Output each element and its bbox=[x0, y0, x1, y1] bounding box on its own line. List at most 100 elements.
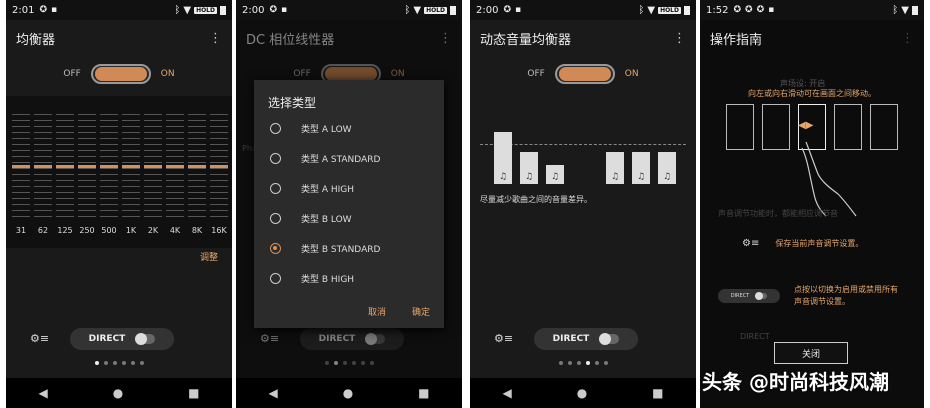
type-option[interactable]: 类型 A LOW bbox=[270, 120, 352, 136]
eq-tick bbox=[188, 210, 206, 211]
eq-tick bbox=[166, 138, 184, 139]
eq-tick bbox=[56, 210, 74, 211]
eq-tick bbox=[78, 216, 96, 217]
eq-tick bbox=[210, 186, 228, 187]
eq-on-off-switch[interactable] bbox=[90, 64, 151, 84]
switch-knob bbox=[558, 67, 611, 81]
eq-band-slider[interactable] bbox=[12, 114, 30, 218]
hold-badge: HOLD bbox=[424, 6, 447, 14]
eq-tick bbox=[188, 144, 206, 145]
radio-button[interactable] bbox=[270, 242, 281, 254]
eq-level-marker[interactable] bbox=[188, 165, 206, 168]
dve-on-off-switch[interactable] bbox=[554, 64, 615, 84]
music-note-icon: ♫ bbox=[524, 172, 534, 182]
eq-frequency-label: 2K bbox=[147, 226, 159, 235]
eq-level-marker[interactable] bbox=[122, 165, 140, 168]
adjust-button[interactable]: 调整 bbox=[200, 250, 218, 263]
eq-tick bbox=[144, 204, 162, 205]
sound-settings-icon[interactable]: ⚙≡ bbox=[30, 332, 49, 345]
eq-tick bbox=[210, 156, 228, 157]
more-options-icon[interactable]: ⋮ bbox=[673, 31, 686, 46]
eq-band-slider[interactable] bbox=[56, 114, 74, 218]
eq-tick bbox=[12, 120, 30, 121]
eq-band-slider[interactable] bbox=[78, 114, 96, 218]
type-option[interactable]: 类型 A STANDARD bbox=[270, 150, 380, 166]
volume-bar: ♫ bbox=[658, 152, 676, 184]
sound-settings-icon[interactable]: ⚙≡ bbox=[494, 332, 513, 345]
home-icon[interactable]: ● bbox=[343, 386, 353, 400]
type-option[interactable]: 类型 A HIGH bbox=[270, 180, 354, 196]
eq-tick bbox=[100, 144, 118, 145]
eq-level-marker[interactable] bbox=[78, 165, 96, 168]
eq-level-marker[interactable] bbox=[100, 165, 118, 168]
status-bar: 2:01 ✪ ▪ ᛒ ▼ HOLD bbox=[6, 0, 232, 20]
eq-tick bbox=[34, 210, 52, 211]
radio-button[interactable] bbox=[270, 272, 281, 284]
eq-tick bbox=[56, 180, 74, 181]
recents-icon[interactable]: ■ bbox=[652, 386, 663, 400]
eq-band-slider[interactable] bbox=[122, 114, 140, 218]
eq-level-marker[interactable] bbox=[144, 165, 162, 168]
eq-tick bbox=[100, 126, 118, 127]
eq-tick bbox=[12, 216, 30, 217]
eq-level-marker[interactable] bbox=[56, 165, 74, 168]
direct-toggle[interactable]: DIRECT bbox=[70, 328, 174, 350]
eq-tick bbox=[56, 150, 74, 151]
page-indicator bbox=[470, 361, 696, 365]
eq-band-slider[interactable] bbox=[210, 114, 228, 218]
eq-tick bbox=[144, 210, 162, 211]
direct-switch[interactable] bbox=[599, 333, 620, 345]
page-dot bbox=[94, 361, 99, 365]
eq-level-marker[interactable] bbox=[12, 165, 30, 168]
eq-band-slider[interactable] bbox=[188, 114, 206, 218]
eq-tick bbox=[100, 174, 118, 175]
eq-tick bbox=[56, 120, 74, 121]
eq-band-slider[interactable] bbox=[100, 114, 118, 218]
ok-button[interactable]: 确定 bbox=[412, 305, 430, 318]
eq-tick bbox=[56, 132, 74, 133]
type-option[interactable]: 类型 B LOW bbox=[270, 210, 352, 226]
direct-switch[interactable] bbox=[135, 333, 156, 345]
radio-button[interactable] bbox=[270, 152, 281, 164]
eq-band-slider[interactable] bbox=[144, 114, 162, 218]
eq-tick bbox=[210, 144, 228, 145]
volume-bar: ♫ bbox=[606, 152, 624, 184]
eq-frequency-label: 125 bbox=[57, 226, 73, 235]
radio-button[interactable] bbox=[270, 182, 281, 194]
radio-button[interactable] bbox=[270, 122, 281, 134]
eq-tick bbox=[166, 114, 184, 115]
eq-tick bbox=[144, 168, 162, 169]
close-button[interactable]: 关闭 bbox=[774, 342, 848, 364]
operation-guide-screen: 1:52 ✪ ✪ ✪ ▪ ᛒ ▼ 操作指南 ⋮ 声场设: 开启 向左或向右滑动可… bbox=[700, 0, 924, 408]
eq-band-slider[interactable] bbox=[166, 114, 184, 218]
back-icon[interactable]: ◀ bbox=[502, 386, 511, 400]
home-icon[interactable]: ● bbox=[577, 386, 587, 400]
recents-icon[interactable]: ■ bbox=[418, 386, 429, 400]
music-note-icon: ♫ bbox=[636, 172, 646, 182]
direct-toggle-sample: DIRECT bbox=[718, 289, 780, 303]
page-dot bbox=[585, 361, 590, 365]
eq-level-marker[interactable] bbox=[210, 165, 228, 168]
radio-button[interactable] bbox=[270, 212, 281, 224]
cancel-button[interactable]: 取消 bbox=[368, 305, 386, 318]
eq-band-slider[interactable] bbox=[34, 114, 52, 218]
type-option[interactable]: 类型 B STANDARD bbox=[270, 240, 380, 256]
type-option[interactable]: 类型 B HIGH bbox=[270, 270, 354, 286]
eq-tick bbox=[12, 186, 30, 187]
home-icon[interactable]: ● bbox=[113, 386, 123, 400]
back-icon[interactable]: ◀ bbox=[268, 386, 277, 400]
eq-frequency-label: 8K bbox=[191, 226, 203, 235]
more-options-icon[interactable]: ⋮ bbox=[209, 31, 222, 46]
eq-tick bbox=[12, 132, 30, 133]
eq-level-marker[interactable] bbox=[166, 165, 184, 168]
eq-tick bbox=[100, 204, 118, 205]
dve-toggle-row: OFF ON bbox=[470, 62, 696, 86]
bluetooth-icon: ᛒ bbox=[892, 4, 899, 16]
back-icon[interactable]: ◀ bbox=[38, 386, 47, 400]
eq-level-marker[interactable] bbox=[34, 165, 52, 168]
eq-tick bbox=[188, 204, 206, 205]
direct-toggle[interactable]: DIRECT bbox=[534, 328, 638, 350]
eq-tick bbox=[144, 180, 162, 181]
recents-icon[interactable]: ■ bbox=[188, 386, 199, 400]
eq-tick bbox=[100, 156, 118, 157]
